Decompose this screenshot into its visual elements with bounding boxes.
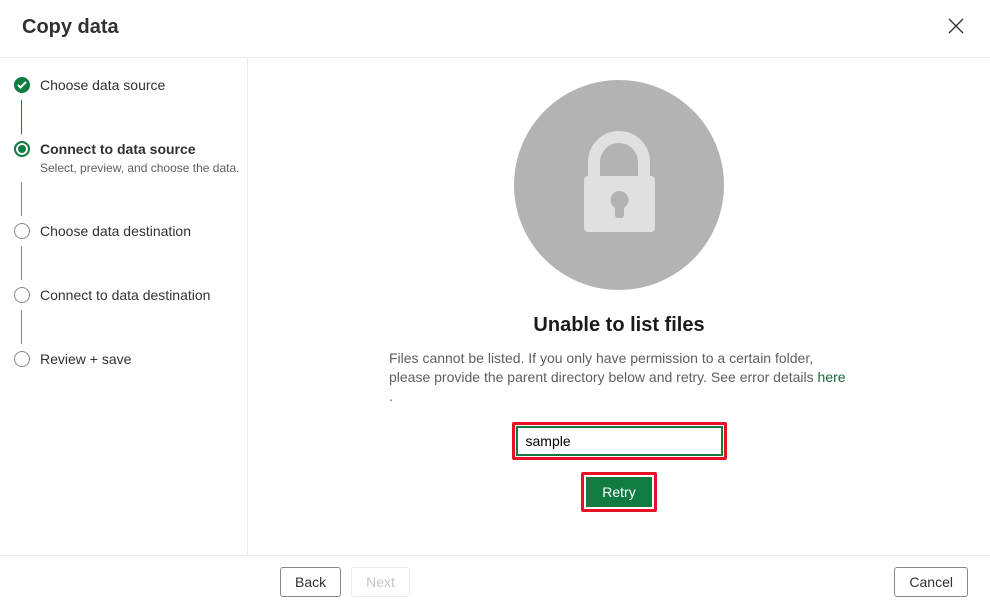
- highlight-retry: Retry: [581, 472, 656, 512]
- error-heading: Unable to list files: [533, 314, 704, 337]
- dialog-header: Copy data: [0, 0, 990, 58]
- back-button[interactable]: Back: [280, 567, 341, 597]
- step-completed-icon: [14, 77, 30, 93]
- parent-directory-input[interactable]: [517, 427, 722, 455]
- error-details-link[interactable]: here: [818, 369, 846, 385]
- step-upcoming-icon: [14, 287, 30, 303]
- lock-illustration: [514, 80, 724, 290]
- step-choose-data-destination[interactable]: Choose data destination: [14, 222, 247, 240]
- error-message-text: .: [389, 388, 393, 404]
- lock-icon: [572, 130, 667, 240]
- step-choose-data-source[interactable]: Choose data source: [14, 76, 247, 94]
- wizard-sidebar: Choose data source Connect to data sourc…: [0, 58, 248, 555]
- step-upcoming-icon: [14, 351, 30, 367]
- cancel-button[interactable]: Cancel: [894, 567, 968, 597]
- main-content: Unable to list files Files cannot be lis…: [248, 58, 990, 555]
- next-button: Next: [351, 567, 410, 597]
- step-connector: [21, 246, 22, 280]
- step-label: Connect to data destination: [40, 286, 247, 304]
- step-label: Choose data source: [40, 76, 247, 94]
- step-connect-to-data-source[interactable]: Connect to data source Select, preview, …: [14, 140, 247, 176]
- retry-button[interactable]: Retry: [586, 477, 651, 507]
- error-message-text: Files cannot be listed. If you only have…: [389, 350, 818, 385]
- step-label: Connect to data source: [40, 140, 247, 158]
- step-connector: [21, 100, 22, 134]
- error-message: Files cannot be listed. If you only have…: [389, 349, 849, 406]
- close-icon: [948, 18, 964, 34]
- step-subtitle: Select, preview, and choose the data.: [40, 161, 247, 176]
- step-review-save[interactable]: Review + save: [14, 350, 247, 368]
- step-label: Choose data destination: [40, 222, 247, 240]
- dialog-title: Copy data: [22, 16, 119, 39]
- close-button[interactable]: [944, 14, 968, 41]
- highlight-input: [512, 422, 727, 460]
- step-label: Review + save: [40, 350, 247, 368]
- step-connect-to-data-destination[interactable]: Connect to data destination: [14, 286, 247, 304]
- step-connector: [21, 310, 22, 344]
- step-connector: [21, 182, 22, 216]
- step-current-icon: [14, 141, 30, 157]
- dialog-footer: Back Next Cancel: [0, 555, 990, 603]
- step-upcoming-icon: [14, 223, 30, 239]
